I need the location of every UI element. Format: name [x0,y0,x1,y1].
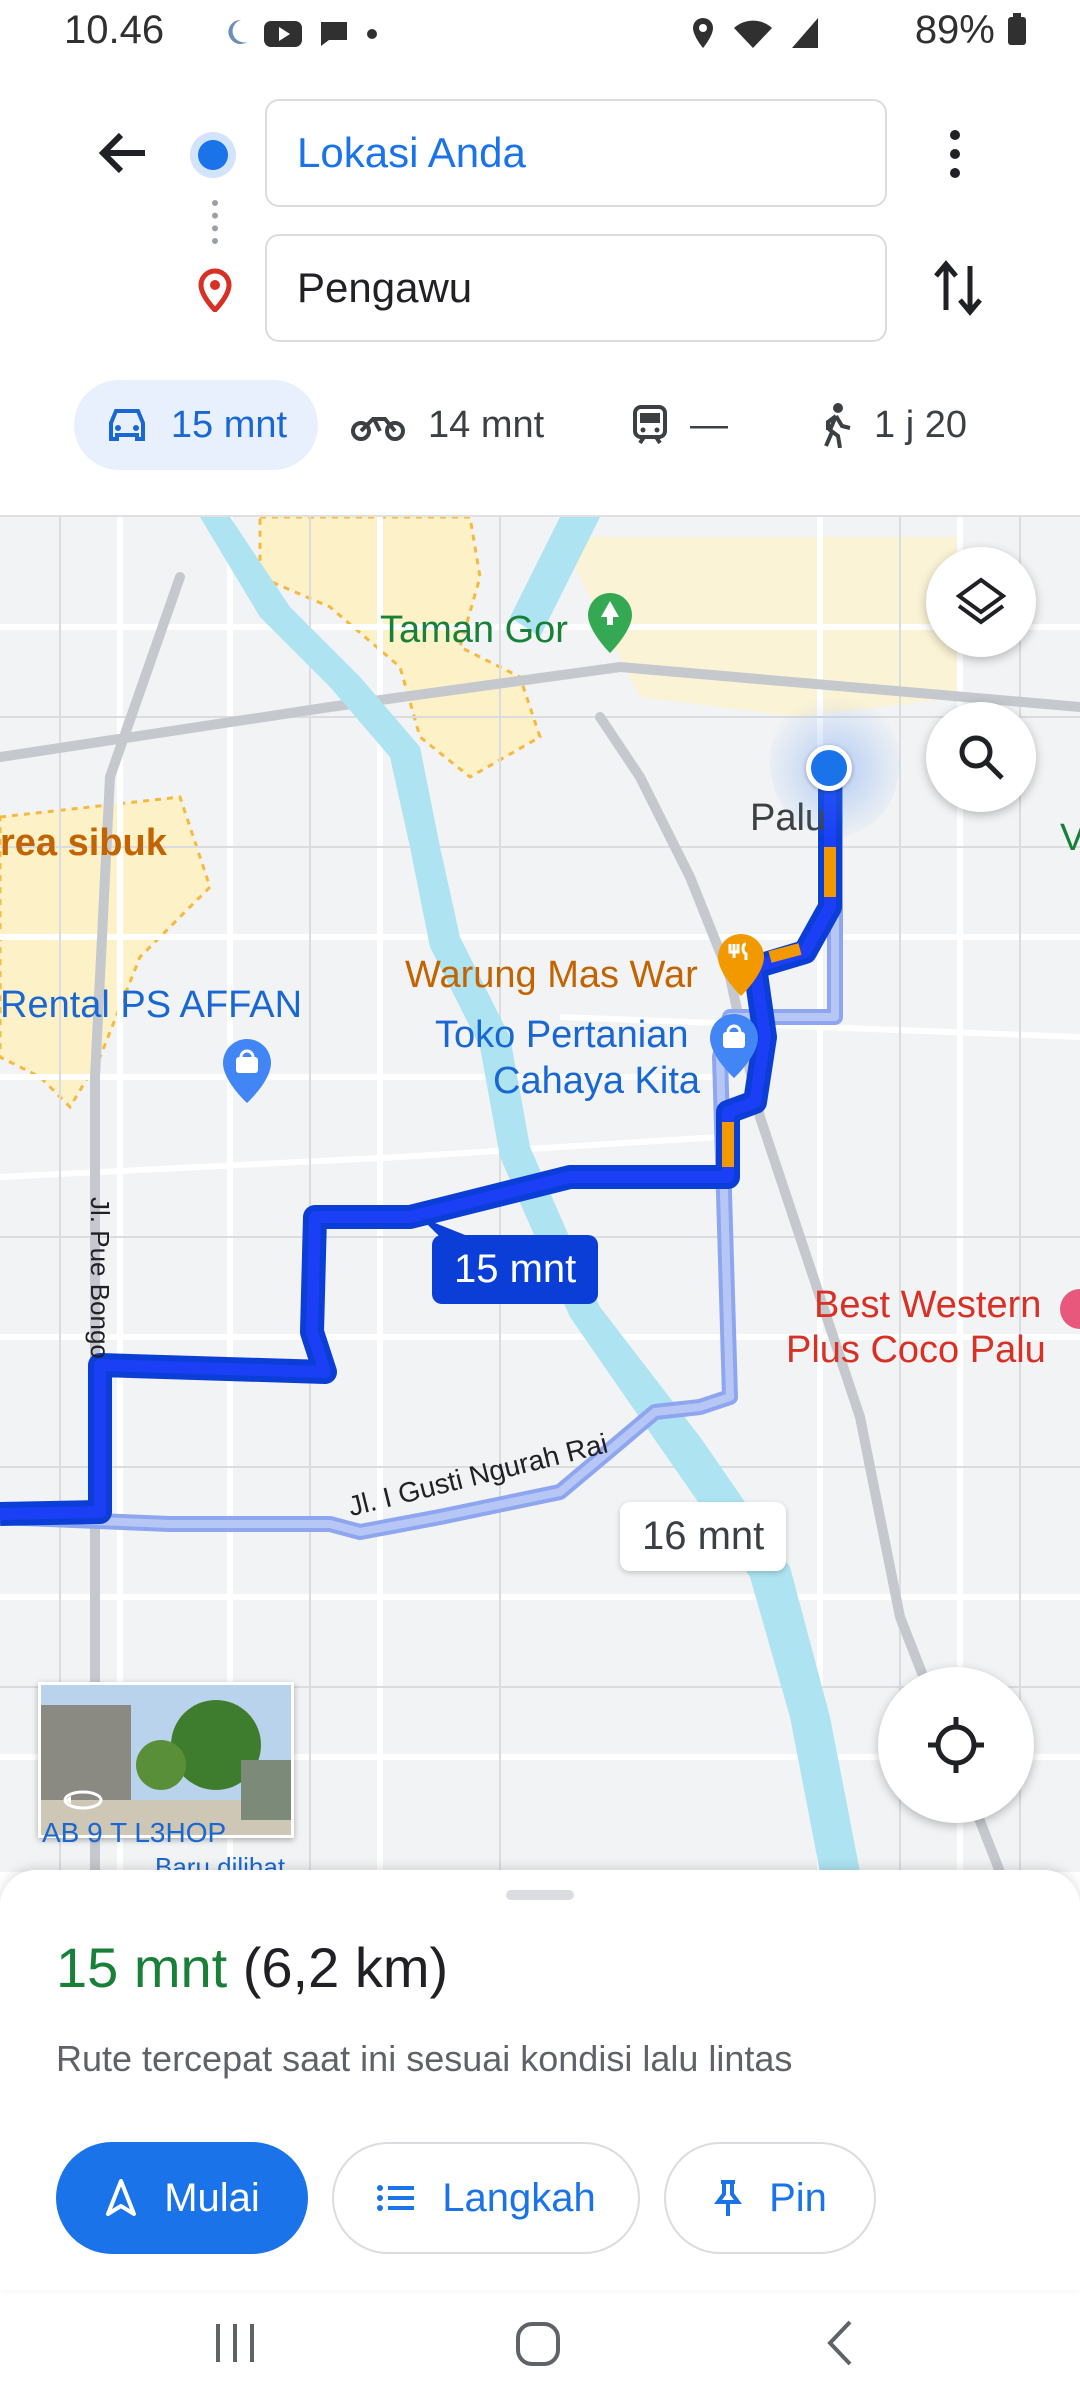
status-time: 10.46 [64,8,165,52]
shopping-pin-icon-2[interactable] [707,1012,761,1082]
more-options-icon[interactable] [940,128,970,180]
route-duration: 15 mnt [56,1936,228,1999]
map-background [0,517,1080,1872]
signal-icon [792,18,818,48]
route-summary: 15 mnt (6,2 km) [56,1935,448,2000]
walk-icon [824,403,851,448]
steps-label: Langkah [442,2175,596,2220]
shopping-pin-icon[interactable] [220,1037,274,1107]
alt-route-time-chip[interactable]: 16 mnt [620,1502,787,1571]
battery-label: 89% [914,8,995,52]
destination-pin-icon [198,268,232,312]
route-description: Rute tercepat saat ini sesuai kondisi la… [56,2038,793,2079]
system-nav-bar [0,2290,1080,2408]
my-location-icon [928,1717,984,1773]
tab-walking-label: 1 j 20 [874,403,967,446]
origin-dot-icon [198,140,228,170]
label-taman-gor: Taman Gor [380,609,568,651]
label-thumb-1: AB 9 T L3HOP [42,1817,227,1848]
destination-input[interactable]: Pengawu [265,234,887,342]
status-bar: 10.46 89% [0,0,1080,70]
label-thumb-2: Baru dilihat [155,1852,286,1872]
swap-icon[interactable] [930,258,986,318]
chat-icon [321,22,347,46]
steps-button[interactable]: Langkah [332,2142,640,2254]
battery-percent: 89% [915,8,1028,53]
label-best-western-1: Best Western [814,1284,1042,1326]
tab-driving[interactable]: 15 mnt [74,380,318,470]
pin-button[interactable]: Pin [664,2142,876,2254]
label-best-western-2: Plus Coco Palu [786,1329,1046,1371]
start-button[interactable]: Mulai [56,2142,308,2254]
rotate-360-icon [63,1790,103,1810]
street-view-thumbnail[interactable] [38,1682,294,1838]
pin-label: Pin [769,2175,827,2220]
home-icon[interactable] [514,2320,562,2368]
label-area-sibuk: rea sibuk [0,822,167,864]
recenter-button[interactable] [878,1667,1034,1823]
moon-icon [228,19,247,44]
route-connector [212,200,224,244]
youtube-icon [264,21,302,47]
start-label: Mulai [164,2175,260,2220]
route-summary-sheet: 15 mnt (6,2 km) Rute tercepat saat ini s… [0,1870,1080,2290]
label-rental: Rental PS AFFAN [0,984,303,1026]
recent-apps-icon[interactable] [212,2320,258,2366]
system-icons [690,16,820,50]
back-nav-icon[interactable] [820,2318,860,2368]
current-location-dot [806,745,852,791]
tab-walking[interactable]: 1 j 20 [820,380,967,470]
tab-motorcycle[interactable]: 14 mnt [350,380,544,470]
navigation-arrow-icon [106,2179,137,2216]
notification-icons [225,18,379,48]
route-time-chip[interactable]: 15 mnt [432,1235,599,1304]
label-edge-v: V [1060,817,1080,860]
tab-transit-label: — [690,403,728,446]
sheet-drag-handle[interactable] [506,1890,574,1900]
tab-motorcycle-label: 14 mnt [428,403,545,446]
tab-driving-label: 15 mnt [170,403,288,446]
layers-button[interactable] [926,547,1036,657]
pin-icon [714,2180,743,2216]
hotel-pin-icon[interactable] [1058,1287,1080,1337]
tab-transit[interactable]: — [632,380,728,470]
dot-icon [367,29,377,39]
park-pin-icon[interactable] [585,591,635,655]
map-view[interactable]: Taman Gor Palu V rea sibuk Warung Mas Wa… [0,515,1080,1872]
wifi-icon [734,20,772,48]
label-toko-2: Cahaya Kita [493,1060,701,1102]
label-warung: Warung Mas War [405,954,698,996]
back-arrow-icon[interactable] [95,125,151,181]
transit-icon [633,405,667,445]
layers-icon [955,577,1007,625]
search-along-route-button[interactable] [926,702,1036,812]
label-toko-1: Toko Pertanian [435,1014,689,1056]
route-distance: (6,2 km) [242,1936,449,1999]
battery-icon [1008,13,1026,45]
location-icon [693,18,713,48]
car-icon [108,409,145,441]
restaurant-pin-icon[interactable] [715,932,767,998]
motorcycle-icon [351,417,405,441]
list-icon [377,2185,415,2211]
origin-input[interactable]: Lokasi Anda [265,99,887,207]
label-jl-pue-bongo: Jl. Pue Bongo [85,1197,115,1359]
search-icon [959,735,1004,780]
